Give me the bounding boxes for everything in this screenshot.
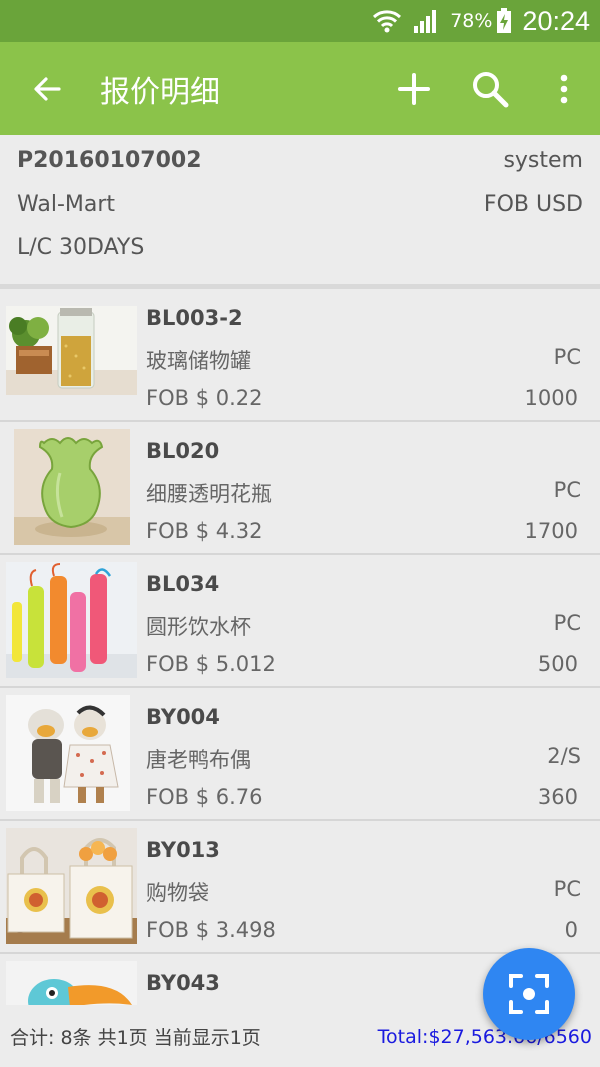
clock: 20:24 bbox=[522, 5, 590, 36]
page-title: 报价明细 bbox=[100, 74, 220, 110]
product-price: FOB $ 3.498 bbox=[146, 918, 276, 942]
product-quantity: 360 bbox=[537, 785, 578, 809]
payment-terms: L/C 30DAYS bbox=[17, 235, 145, 260]
status-bar: 78% 20:24 bbox=[0, 0, 600, 42]
product-quantity: 500 bbox=[537, 652, 578, 676]
product-code: BL020 bbox=[146, 439, 220, 463]
cell-signal-icon bbox=[412, 8, 440, 34]
product-quantity: 0 bbox=[564, 918, 578, 942]
product-code: BL034 bbox=[146, 572, 220, 596]
product-unit: PC bbox=[553, 478, 581, 502]
product-name: 玻璃储物罐 bbox=[146, 349, 251, 373]
product-code: BY013 bbox=[146, 838, 220, 862]
product-unit: PC bbox=[553, 345, 581, 369]
list-item[interactable]: BY004 唐老鸭布偶 2/S FOB $ 6.76 360 bbox=[0, 688, 600, 821]
list-item[interactable]: BL003-2 玻璃储物罐 PC FOB $ 0.22 1000 bbox=[0, 289, 600, 422]
total-amount: Total:$27,563.66/6560 bbox=[377, 1025, 592, 1048]
quote-number: P20160107002 bbox=[17, 148, 202, 173]
scan-icon bbox=[507, 972, 551, 1016]
battery-percent: 78% bbox=[450, 10, 493, 32]
product-image bbox=[6, 961, 137, 1005]
product-code: BY043 bbox=[146, 971, 220, 995]
product-name: 细腰透明花瓶 bbox=[146, 482, 272, 506]
product-price: FOB $ 4.32 bbox=[146, 519, 263, 543]
list-item[interactable]: BL020 细腰透明花瓶 PC FOB $ 4.32 1700 bbox=[0, 422, 600, 555]
scan-button[interactable] bbox=[483, 948, 575, 1040]
product-image bbox=[6, 306, 137, 395]
product-unit: PC bbox=[553, 877, 581, 901]
battery-charging-icon bbox=[496, 8, 512, 34]
list-item[interactable]: BY013 购物袋 PC FOB $ 3.498 0 bbox=[0, 821, 600, 954]
product-image bbox=[6, 562, 137, 678]
product-image bbox=[6, 828, 137, 944]
product-image bbox=[14, 429, 130, 545]
product-list[interactable]: BL003-2 玻璃储物罐 PC FOB $ 0.22 1000 BL020 细… bbox=[0, 289, 600, 1005]
wifi-icon bbox=[372, 7, 402, 35]
product-code: BY004 bbox=[146, 705, 220, 729]
record-summary: 合计: 8条 共1页 当前显示1页 bbox=[10, 1027, 261, 1049]
product-quantity: 1700 bbox=[524, 519, 578, 543]
app-bar: 报价明细 bbox=[0, 42, 600, 135]
product-price: FOB $ 5.012 bbox=[146, 652, 276, 676]
product-unit: 2/S bbox=[547, 744, 581, 768]
product-name: 唐老鸭布偶 bbox=[146, 748, 251, 772]
customer-name: Wal-Mart bbox=[17, 192, 116, 217]
product-unit: PC bbox=[553, 611, 581, 635]
product-price: FOB $ 0.22 bbox=[146, 386, 263, 410]
add-icon[interactable] bbox=[376, 42, 452, 135]
product-code: BL003-2 bbox=[146, 306, 243, 330]
list-item[interactable]: BL034 圆形饮水杯 PC FOB $ 5.012 500 bbox=[0, 555, 600, 688]
product-image bbox=[6, 695, 130, 811]
search-icon[interactable] bbox=[452, 42, 528, 135]
back-arrow-icon[interactable] bbox=[0, 42, 94, 135]
price-terms: FOB USD bbox=[483, 192, 583, 217]
quote-header: P20160107002 system Wal-Mart FOB USD L/C… bbox=[0, 135, 600, 284]
product-name: 圆形饮水杯 bbox=[146, 615, 251, 639]
more-vert-icon[interactable] bbox=[528, 42, 600, 135]
product-name: 购物袋 bbox=[146, 881, 209, 905]
product-price: FOB $ 6.76 bbox=[146, 785, 263, 809]
user-name: system bbox=[503, 148, 583, 173]
product-quantity: 1000 bbox=[524, 386, 578, 410]
